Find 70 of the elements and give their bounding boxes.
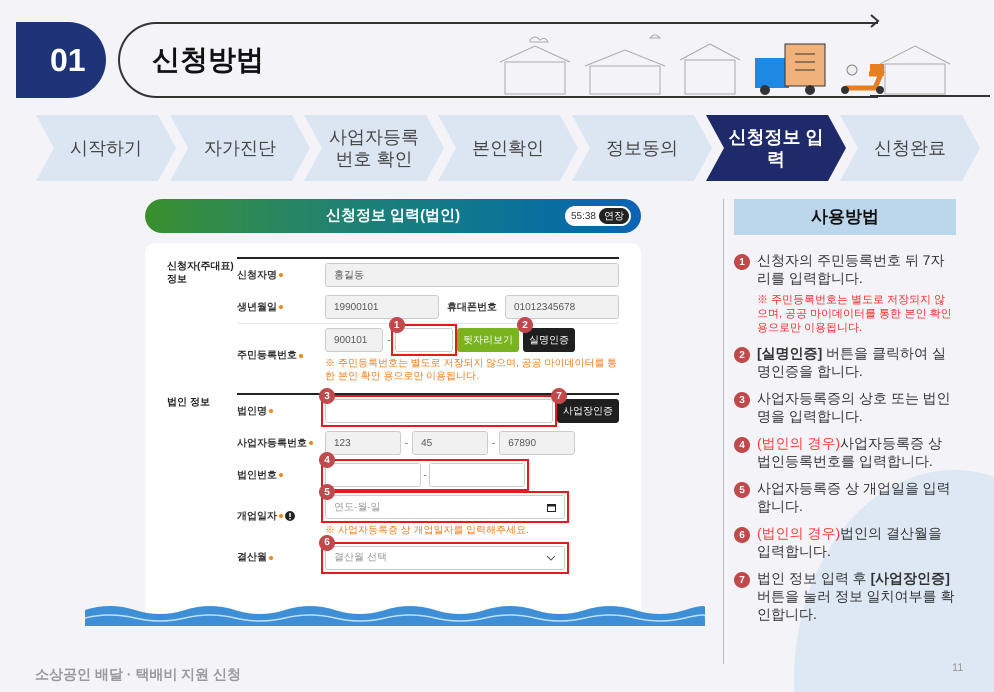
calendar-icon xyxy=(547,502,556,512)
extend-button[interactable]: 연장 xyxy=(599,208,629,224)
step-number-badge: 1 xyxy=(388,317,405,333)
timer-text: 55:38 xyxy=(570,210,596,224)
guide-text: (법인의 경우)법인의 결산월을 입력합니다. xyxy=(757,524,944,560)
placeholder-text: 연도-월-일 xyxy=(334,500,381,514)
field-label: 개업일자 xyxy=(237,510,277,524)
field-label: 법인명 xyxy=(237,404,267,418)
input-field[interactable]: 19900101 xyxy=(325,295,439,319)
step-number-badge: 5 xyxy=(734,482,750,498)
field-label: 생년월일 xyxy=(237,300,277,314)
placeholder-text: 결산월 선택 xyxy=(334,551,387,565)
guide-text: 사업자등록증 상 개업일을 입력합니다. xyxy=(757,479,952,515)
step-tab[interactable]: 사업자등록 번호 확인 xyxy=(304,115,444,181)
footer-title: 소상공인 배달 · 택배비 지원 신청 xyxy=(35,665,242,684)
step-number-badge: 4 xyxy=(734,437,750,453)
field-label: 사업자등록번호 xyxy=(237,436,307,450)
guide-title: 사용방법 xyxy=(734,199,956,235)
input-field[interactable]: 123 xyxy=(325,431,401,455)
step-number-badge: 1 xyxy=(734,254,750,270)
section-heading: 신청자(주대표) 정보 xyxy=(167,260,235,286)
dash-text: - xyxy=(492,436,496,450)
note-text: ※ 주민등록번호는 별도로 저장되지 않으며, 공공 마이데이터를 통한 본인 확인 용으로만 이용됩니다. xyxy=(325,358,618,383)
field-label: 법인번호 xyxy=(237,468,277,482)
field-label: 신청자명 xyxy=(237,268,277,282)
input-field[interactable] xyxy=(325,463,422,487)
form-button[interactable]: 실명인증 xyxy=(523,328,575,352)
step-number-badge: 3 xyxy=(734,392,750,408)
step-tab[interactable]: 정보동의 xyxy=(572,115,712,181)
guide-text: 법인 정보 입력 후 [사업장인증] 버튼을 눌러 정보 일치여부를 확인합니다. xyxy=(757,569,956,623)
input-field[interactable]: 홍길동 xyxy=(325,263,619,287)
step-tab[interactable]: 시작하기 xyxy=(36,115,176,181)
field-label: 휴대폰번호 xyxy=(446,300,498,314)
step-number-badge: 6 xyxy=(319,534,335,550)
step-number-badge: 6 xyxy=(734,527,750,543)
step-number-badge: 3 xyxy=(319,388,335,404)
dash-text: - xyxy=(404,436,408,450)
form-title: 신청정보 입력(법인) xyxy=(326,206,460,226)
section-number: 01 xyxy=(16,22,106,98)
dash-text: - xyxy=(387,334,391,348)
step-number-badge: 5 xyxy=(319,484,335,500)
input-field[interactable]: 67890 xyxy=(499,431,575,455)
step-number-badge: 7 xyxy=(734,572,750,588)
page-title: 신청방법 xyxy=(152,43,264,77)
input-field[interactable]: 01012345678 xyxy=(505,295,619,319)
guide-text: [실명인증] 버튼을 클릭하여 실명인증을 합니다. xyxy=(757,344,947,380)
input-field[interactable] xyxy=(428,463,525,487)
input-field[interactable]: 45 xyxy=(412,431,488,455)
step-number-badge: 7 xyxy=(551,388,567,404)
chevron-down-icon xyxy=(546,554,556,560)
warning-note: ※ 주민등록번호는 별도로 저장되지 않으며, 공공 마이데이터를 통한 본인 확인 용으로만 이용됩니다. xyxy=(757,293,952,335)
field-label: 결산월 xyxy=(237,551,267,565)
form-button[interactable]: 사업장인증 xyxy=(557,399,619,423)
page-number: 11 xyxy=(952,661,964,676)
input-field[interactable]: 900101 xyxy=(325,328,384,352)
step-number-badge: 2 xyxy=(734,347,750,363)
section-heading: 법인 정보 xyxy=(167,396,211,410)
guide-text: 사업자등록증의 상호 또는 법인명을 입력합니다. xyxy=(757,389,952,425)
input-field[interactable] xyxy=(325,399,553,423)
field-label: 주민등록번호 xyxy=(237,349,297,363)
guide-text: (법인의 경우)사업자등록증 상 법인등록번호를 입력합니다. xyxy=(757,434,944,470)
step-tab[interactable]: 신청정보 입력 xyxy=(706,115,846,181)
step-number-badge: 4 xyxy=(319,452,335,468)
guide-text: 신청자의 주민등록번호 뒤 7자리를 입력합니다. xyxy=(757,251,946,287)
note-text: ※ 사업자등록증 상 개업일자를 입력해주세요. xyxy=(325,525,530,538)
input-field[interactable] xyxy=(394,328,453,352)
step-tab[interactable]: 신청완료 xyxy=(840,115,980,181)
step-tab[interactable]: 본인확인 xyxy=(438,115,578,181)
dash-text: - xyxy=(423,468,427,482)
step-tab[interactable]: 자가진단 xyxy=(170,115,310,181)
